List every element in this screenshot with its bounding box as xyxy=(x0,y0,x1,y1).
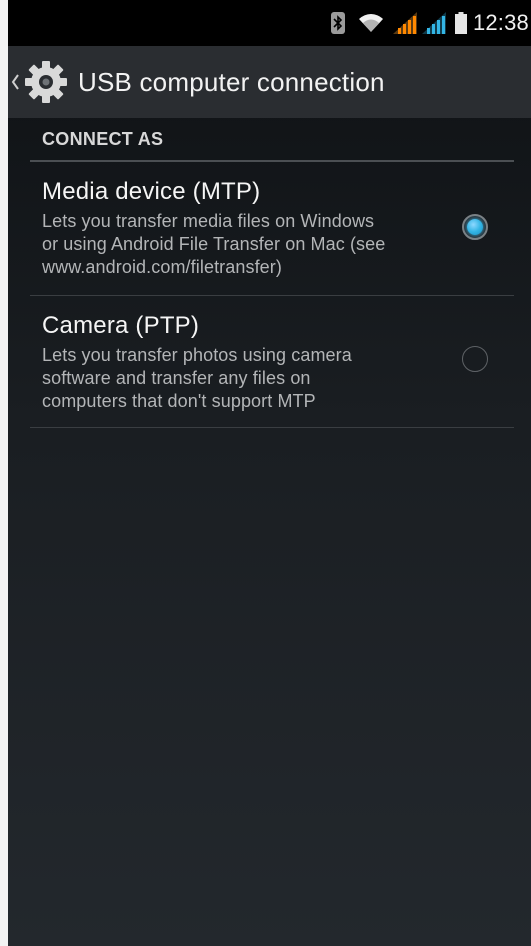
summary-line: Lets you transfer media files on Windows xyxy=(42,211,375,231)
status-bar: 12:38 xyxy=(0,0,531,46)
page-title: USB computer connection xyxy=(78,66,385,97)
radio-button-mtp[interactable] xyxy=(462,214,488,240)
section-header: CONNECT AS xyxy=(30,118,514,162)
left-edge-strip xyxy=(0,0,8,946)
chevron-left-icon[interactable] xyxy=(11,74,21,90)
summary-line: computers that don't support MTP xyxy=(42,391,316,411)
option-media-device-mtp[interactable]: Media device (MTP) Lets you transfer med… xyxy=(30,162,514,296)
status-icons: 12:38 xyxy=(330,10,531,36)
summary-line: software and transfer any files on xyxy=(42,368,311,388)
settings-list: CONNECT AS Media device (MTP) Lets you t… xyxy=(30,118,514,428)
summary-line: or using Android File Transfer on Mac (s… xyxy=(42,234,386,254)
wifi-icon xyxy=(358,13,384,33)
signal-icon xyxy=(392,11,418,35)
battery-icon xyxy=(454,12,467,34)
option-title: Media device (MTP) xyxy=(42,178,261,205)
summary-line: www.android.com/filetransfer) xyxy=(42,257,282,277)
option-title: Camera (PTP) xyxy=(42,312,200,339)
summary-line: Lets you transfer photos using camera xyxy=(42,345,352,365)
screen: 12:38 USB computer connection CONNECT AS… xyxy=(0,0,531,946)
action-bar: USB computer connection xyxy=(0,46,531,118)
bluetooth-icon xyxy=(330,12,345,34)
option-summary: Lets you transfer photos using camera so… xyxy=(42,344,452,413)
option-text: Media device (MTP) Lets you transfer med… xyxy=(42,177,452,279)
option-summary: Lets you transfer media files on Windows… xyxy=(42,210,452,279)
signal-icon xyxy=(421,11,447,35)
option-camera-ptp[interactable]: Camera (PTP) Lets you transfer photos us… xyxy=(30,296,514,428)
status-clock: 12:38 xyxy=(472,10,529,35)
option-text: Camera (PTP) Lets you transfer photos us… xyxy=(42,311,452,413)
settings-gear-icon[interactable] xyxy=(22,58,70,106)
radio-button-ptp[interactable] xyxy=(462,346,488,372)
